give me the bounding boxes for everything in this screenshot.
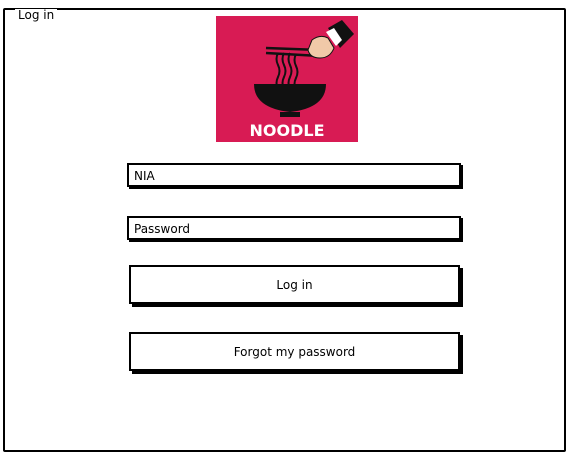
noodle-bowl-icon: NOODLE xyxy=(216,16,358,142)
noodle-logo: NOODLE xyxy=(216,16,358,142)
password-field[interactable] xyxy=(127,216,461,240)
forgot-password-button[interactable]: Forgot my password xyxy=(129,332,460,371)
nia-field[interactable] xyxy=(127,163,461,187)
window-title: Log in xyxy=(15,9,58,21)
password-input[interactable] xyxy=(129,219,459,239)
nia-input[interactable] xyxy=(129,166,459,186)
login-button[interactable]: Log in xyxy=(129,265,460,304)
logo-text: NOODLE xyxy=(250,121,325,140)
